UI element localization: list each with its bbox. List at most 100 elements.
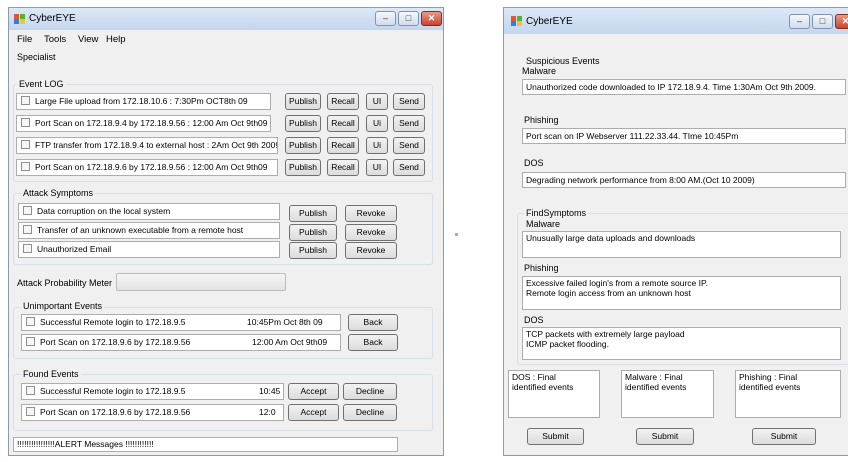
unimportant-event-row[interactable]: Successful Remote login to 172.18.9.5 10… (21, 314, 341, 331)
event-time: 12:00 Am Oct 9th09 (252, 337, 328, 347)
back-button[interactable]: Back (348, 314, 398, 331)
phishing-submit-button[interactable]: Submit (752, 428, 816, 445)
suspicious-phishing-field[interactable]: Port scan on IP Webserver 111.22.33.44. … (522, 128, 846, 144)
minimize-button[interactable]: – (789, 14, 810, 29)
app-icon (14, 14, 25, 24)
event-time: 12:0 (259, 407, 276, 417)
accept-button[interactable]: Accept (288, 383, 339, 400)
symptom-row[interactable]: Data corruption on the local system (18, 203, 280, 220)
right-titlebar: CyberEYE – □ ✕ (504, 8, 848, 34)
ui-button[interactable]: UI (366, 159, 388, 176)
send-button[interactable]: Send (393, 93, 425, 110)
symptom-checkbox[interactable] (23, 244, 32, 254)
specialist-label: Specialist (17, 52, 56, 62)
dos-submit-button[interactable]: Submit (527, 428, 584, 445)
left-titlebar: CyberEYE – □ ✕ (9, 8, 443, 30)
ui-button[interactable]: Ui (366, 137, 388, 154)
find-symptoms-label: FindSymptoms (524, 208, 589, 218)
find-malware-label: Malware (526, 219, 561, 229)
menu-view[interactable]: View (78, 34, 98, 45)
meter-label: Attack Probability Meter (17, 278, 113, 288)
resize-handle-dot (455, 233, 458, 236)
find-dos-textarea[interactable]: TCP packets with extremely large payload… (522, 327, 841, 360)
event-checkbox[interactable] (21, 118, 30, 128)
symptom-row[interactable]: Unauthorized Email (18, 241, 280, 258)
event-checkbox[interactable] (21, 96, 30, 106)
decline-button[interactable]: Decline (343, 404, 397, 421)
unimportant-checkbox[interactable] (26, 337, 35, 347)
unimportant-events-label: Unimportant Events (21, 301, 105, 311)
ui-button[interactable]: UI (366, 93, 388, 110)
publish-button[interactable]: Publish (285, 93, 321, 110)
maximize-button[interactable]: □ (398, 11, 419, 26)
revoke-button[interactable]: Revoke (345, 224, 397, 241)
unimportant-event-row[interactable]: Port Scan on 172.18.9.6 by 172.18.9.56 1… (21, 334, 341, 351)
unimportant-checkbox[interactable] (26, 317, 35, 327)
publish-button[interactable]: Publish (289, 242, 337, 259)
find-phishing-textarea[interactable]: Excessive failed login's from a remote s… (522, 276, 841, 310)
recall-button[interactable]: Recall (327, 137, 359, 154)
minimize-icon: – (796, 16, 802, 26)
found-checkbox[interactable] (26, 386, 35, 396)
suspicious-malware-field[interactable]: Unauthorized code downloaded to IP 172.1… (522, 79, 846, 95)
symptom-row[interactable]: Transfer of an unknown executable from a… (18, 222, 280, 239)
send-button[interactable]: Send (393, 159, 425, 176)
symptom-checkbox[interactable] (23, 206, 32, 216)
find-phishing-label: Phishing (524, 263, 559, 273)
suspicious-dos-label: DOS (524, 158, 544, 168)
suspicious-dos-field[interactable]: Degrading network performance from 8:00 … (522, 172, 846, 188)
menu-tools[interactable]: Tools (44, 34, 66, 45)
phishing-final-textarea[interactable]: Phishing : Final identified events (735, 370, 841, 418)
left-window: CyberEYE – □ ✕ File Tools View Help Spec… (8, 7, 444, 456)
send-button[interactable]: Send (393, 115, 425, 132)
recall-button[interactable]: Recall (327, 159, 359, 176)
event-checkbox[interactable] (21, 140, 30, 150)
publish-button[interactable]: Publish (285, 159, 321, 176)
accept-button[interactable]: Accept (288, 404, 339, 421)
close-button[interactable]: ✕ (835, 14, 848, 29)
window-title: CyberEYE (29, 13, 76, 24)
close-button[interactable]: ✕ (421, 11, 442, 26)
publish-button[interactable]: Publish (289, 205, 337, 222)
dos-final-textarea[interactable]: DOS : Final identified events (508, 370, 600, 418)
ui-button[interactable]: Ui (366, 115, 388, 132)
malware-submit-button[interactable]: Submit (636, 428, 694, 445)
find-dos-label: DOS (524, 315, 544, 325)
found-event-row[interactable]: Port Scan on 172.18.9.6 by 172.18.9.56 1… (21, 404, 284, 421)
attack-symptoms-label: Attack Symptoms (21, 188, 96, 198)
publish-button[interactable]: Publish (289, 224, 337, 241)
decline-button[interactable]: Decline (343, 383, 397, 400)
suspicious-malware-label: Malware (522, 66, 557, 76)
app-icon (511, 16, 522, 26)
maximize-icon: □ (405, 13, 412, 23)
malware-final-textarea[interactable]: Malware : Final identified events (621, 370, 714, 418)
revoke-button[interactable]: Revoke (345, 205, 397, 222)
event-row[interactable]: FTP transfer from 172.18.9.4 to external… (16, 137, 278, 154)
found-event-row[interactable]: Successful Remote login to 172.18.9.5 10… (21, 383, 284, 400)
event-time: 10:45Pm Oct 8th 09 (247, 317, 323, 327)
back-button[interactable]: Back (348, 334, 398, 351)
found-checkbox[interactable] (26, 407, 35, 417)
event-row[interactable]: Port Scan on 172.18.9.6 by 172.18.9.56 :… (16, 159, 278, 176)
revoke-button[interactable]: Revoke (345, 242, 397, 259)
minimize-button[interactable]: – (375, 11, 396, 26)
send-button[interactable]: Send (393, 137, 425, 154)
recall-button[interactable]: Recall (327, 93, 359, 110)
find-malware-textarea[interactable]: Unusually large data uploads and downloa… (522, 231, 841, 258)
menu-file[interactable]: File (17, 34, 32, 45)
event-row[interactable]: Port Scan on 172.18.9.4 by 172.18.9.56 :… (16, 115, 271, 132)
maximize-button[interactable]: □ (812, 14, 833, 29)
close-icon: ✕ (841, 16, 848, 26)
symptom-checkbox[interactable] (23, 225, 32, 235)
alert-messages-box: !!!!!!!!!!!!!!!!ALERT Messages !!!!!!!!!… (13, 437, 398, 452)
event-row[interactable]: Large File upload from 172.18.10.6 : 7:3… (16, 93, 271, 110)
menu-help[interactable]: Help (106, 34, 126, 45)
recall-button[interactable]: Recall (327, 115, 359, 132)
publish-button[interactable]: Publish (285, 115, 321, 132)
publish-button[interactable]: Publish (285, 137, 321, 154)
event-checkbox[interactable] (21, 162, 30, 172)
menu-bar: File Tools View Help (17, 34, 217, 46)
found-events-label: Found Events (21, 369, 81, 379)
close-icon: ✕ (427, 13, 436, 23)
right-window: CyberEYE – □ ✕ Suspicious Events Malware… (503, 7, 848, 456)
